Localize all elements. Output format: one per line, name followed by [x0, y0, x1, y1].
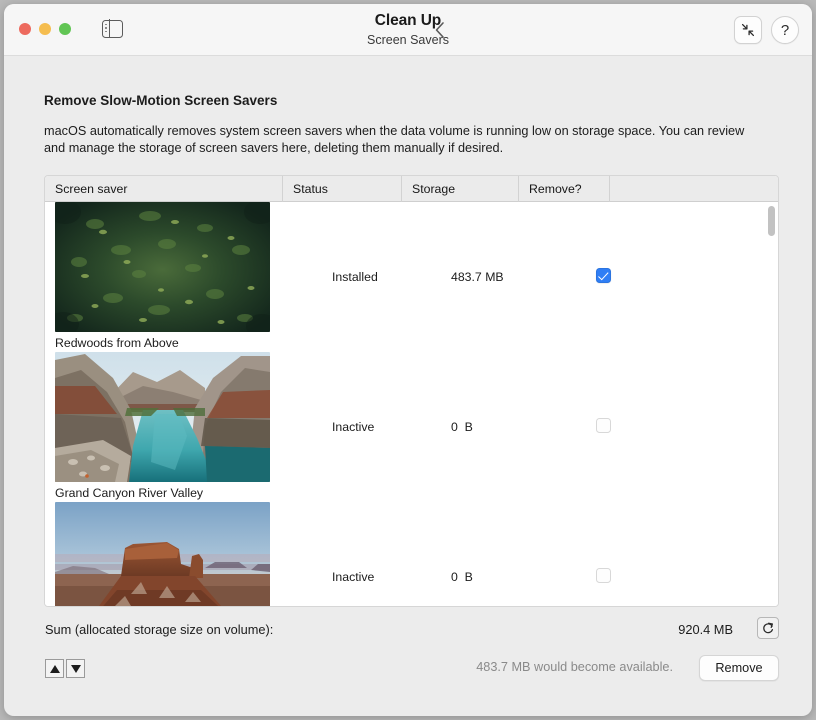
remove-checkbox[interactable]: [596, 418, 611, 433]
column-header-storage[interactable]: Storage: [401, 176, 518, 202]
footer-bar: 483.7 MB would become available. Remove: [44, 655, 779, 689]
content-area: Remove Slow-Motion Screen Savers macOS a…: [4, 93, 812, 689]
screen-saver-cell: [55, 502, 270, 606]
redwoods-thumbnail: [55, 202, 270, 332]
page-subtitle: Screen Savers: [367, 33, 449, 47]
column-header-spacer: [609, 176, 778, 202]
remove-checkbox[interactable]: [596, 268, 611, 283]
status-cell: Inactive: [332, 420, 375, 434]
table-scrollbar[interactable]: [767, 204, 776, 602]
summary-row: Sum (allocated storage size on volume): …: [44, 617, 779, 643]
refresh-icon: [763, 622, 774, 634]
summary-value: 920.4 MB: [678, 622, 733, 637]
desert-butte-image: [55, 502, 270, 606]
sidebar-toggle-icon[interactable]: [102, 19, 123, 38]
minimize-button[interactable]: [39, 23, 51, 35]
table-body: Redwoods from Above Installed 483.7 MB G…: [45, 202, 778, 606]
screen-saver-name: Redwoods from Above: [55, 336, 179, 350]
collapse-button[interactable]: [734, 16, 762, 44]
help-icon: ?: [780, 21, 790, 39]
table-row[interactable]: Inactive 0 B: [45, 502, 778, 606]
chevron-left-icon: [435, 22, 444, 38]
arrows-collapse-icon: [741, 23, 755, 37]
sidebar-toggle-dots: [104, 23, 107, 33]
sort-stepper: [45, 659, 85, 678]
help-button[interactable]: ?: [771, 16, 799, 44]
remove-checkbox[interactable]: [596, 568, 611, 583]
traffic-lights: [19, 23, 71, 35]
column-header-screen-saver[interactable]: Screen saver: [45, 176, 282, 202]
screen-savers-table: Screen saver Status Storage Remove? Redw…: [44, 175, 779, 607]
refresh-button[interactable]: [757, 617, 779, 639]
column-header-remove[interactable]: Remove?: [518, 176, 609, 202]
status-cell: Inactive: [332, 570, 375, 584]
section-heading: Remove Slow-Motion Screen Savers: [44, 93, 278, 108]
move-up-button[interactable]: [45, 659, 64, 678]
redwoods-image: [55, 202, 270, 332]
desert-butte-thumbnail: [55, 502, 270, 606]
move-down-button[interactable]: [66, 659, 85, 678]
scrollbar-thumb[interactable]: [768, 206, 775, 236]
screen-saver-cell: Grand Canyon River Valley: [55, 352, 270, 500]
status-cell: Installed: [332, 270, 378, 284]
title-block: Clean Up Screen Savers: [4, 11, 812, 48]
table-row[interactable]: Redwoods from Above Installed 483.7 MB: [45, 202, 778, 352]
storage-cell: 483.7 MB: [451, 270, 504, 284]
grand-canyon-image: [55, 352, 270, 482]
table-row[interactable]: Grand Canyon River Valley Inactive 0 B: [45, 352, 778, 502]
back-button[interactable]: [430, 18, 450, 42]
close-button[interactable]: [19, 23, 31, 35]
remove-button[interactable]: Remove: [699, 655, 779, 681]
triangle-up-icon: [49, 664, 60, 673]
column-header-status[interactable]: Status: [282, 176, 401, 202]
table-header-row: Screen saver Status Storage Remove?: [45, 176, 778, 202]
section-description: macOS automatically removes system scree…: [44, 124, 745, 155]
triangle-down-icon: [70, 664, 81, 673]
title-bar: Clean Up Screen Savers ?: [4, 4, 812, 56]
storage-cell: 0 B: [451, 570, 473, 584]
page-title: Clean Up: [374, 12, 442, 29]
grand-canyon-thumbnail: [55, 352, 270, 482]
available-note: 483.7 MB would become available.: [476, 660, 673, 674]
summary-label: Sum (allocated storage size on volume):: [45, 622, 274, 637]
app-window: Clean Up Screen Savers ? Remove Slow-Mot…: [4, 4, 812, 716]
zoom-button[interactable]: [59, 23, 71, 35]
screen-saver-name: Grand Canyon River Valley: [55, 486, 204, 500]
storage-cell: 0 B: [451, 420, 473, 434]
screen-saver-cell: Redwoods from Above: [55, 202, 270, 350]
